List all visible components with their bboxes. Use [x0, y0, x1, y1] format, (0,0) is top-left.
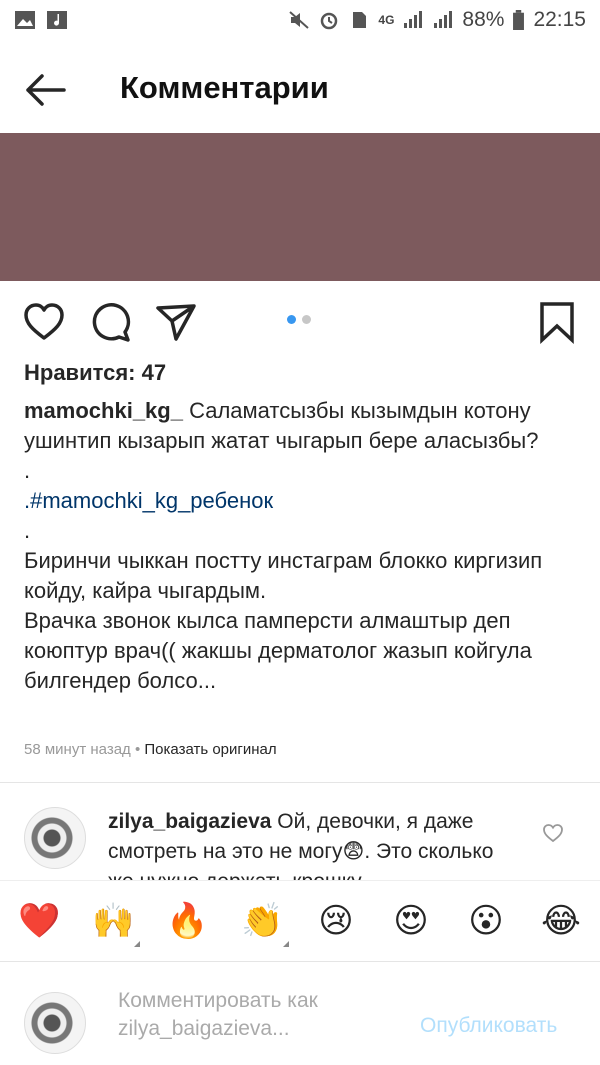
signal-icon [404, 11, 423, 28]
battery-percent: 88% [462, 8, 505, 31]
emoji-crying[interactable]: 😢 [316, 901, 356, 941]
caption-dot: . [24, 458, 31, 483]
post-meta: 58 минут назад • Показать оригинал [24, 741, 277, 758]
page-title: Комментарии [120, 70, 329, 105]
likes-count[interactable]: Нравится: 47 [24, 360, 166, 386]
status-bar: 4G 88% 22:15 [0, 0, 600, 40]
skin-tone-indicator-icon [283, 941, 289, 947]
comment-input-row: Комментировать как zilya_baigazieva... О… [0, 962, 600, 1065]
comment-body: zilya_baigazieva Ой, девочки, я даже смо… [108, 807, 508, 880]
emoji-clap[interactable]: 👏 [241, 901, 283, 941]
app-header: Комментарии [0, 40, 600, 135]
carousel-dot-active [287, 315, 296, 324]
post-time: 58 минут назад [24, 741, 131, 758]
comment-icon[interactable] [88, 300, 132, 344]
comment-input[interactable]: Комментировать как zilya_baigazieva... [118, 987, 408, 1043]
caption-paragraph: Врачка звонок кылса памперсти алмаштыр д… [24, 608, 532, 693]
quick-reaction-bar: ❤️ 🙌 🔥 👏 😢 😍 😮 😂 [0, 880, 600, 960]
avatar[interactable] [24, 807, 86, 869]
emoji-tears-of-joy[interactable]: 😂 [541, 901, 581, 941]
heart-icon[interactable] [22, 300, 66, 344]
comment-username[interactable]: zilya_baigazieva [108, 810, 271, 833]
post-caption: mamochki_kg_ Саламатсызбы кызымдын котон… [24, 396, 584, 696]
comment-item: zilya_baigazieva Ой, девочки, я даже смо… [0, 795, 600, 880]
bookmark-icon[interactable] [535, 300, 579, 344]
back-arrow-icon[interactable] [22, 70, 70, 110]
caption-paragraph: Биринчи чыккан постту инстаграм блокко к… [24, 548, 543, 603]
carousel-dot [302, 315, 311, 324]
carousel-indicator [287, 315, 311, 324]
post-comment-button[interactable]: Опубликовать [420, 1014, 557, 1038]
caption-username[interactable]: mamochki_kg_ [24, 398, 183, 423]
signal-icon-2 [434, 11, 453, 28]
post-actions [0, 290, 600, 352]
battery-icon [513, 10, 525, 30]
clock: 22:15 [533, 8, 586, 31]
emoji-heart[interactable]: ❤️ [18, 901, 60, 941]
avatar [24, 992, 86, 1054]
meta-separator: • [130, 741, 145, 758]
image-notification-icon [15, 11, 35, 29]
show-original-link[interactable]: Показать оригинал [144, 741, 276, 758]
mute-icon [289, 11, 310, 29]
comment-like-icon[interactable] [542, 823, 564, 843]
skin-tone-indicator-icon [134, 941, 140, 947]
emoji-fire[interactable]: 🔥 [166, 901, 208, 941]
divider [0, 782, 600, 783]
caption-hashtag[interactable]: .#mamochki_kg_ребенок [24, 486, 584, 516]
network-type: 4G [378, 13, 395, 27]
post-image[interactable] [0, 133, 600, 281]
share-icon[interactable] [154, 300, 198, 344]
emoji-heart-eyes[interactable]: 😍 [391, 901, 431, 941]
emoji-surprised[interactable]: 😮 [466, 901, 506, 941]
emoji-raising-hands[interactable]: 🙌 [92, 901, 134, 941]
music-notification-icon [47, 11, 67, 29]
alarm-icon [321, 12, 338, 30]
caption-dot: . [24, 518, 31, 543]
sim-icon [353, 12, 367, 28]
